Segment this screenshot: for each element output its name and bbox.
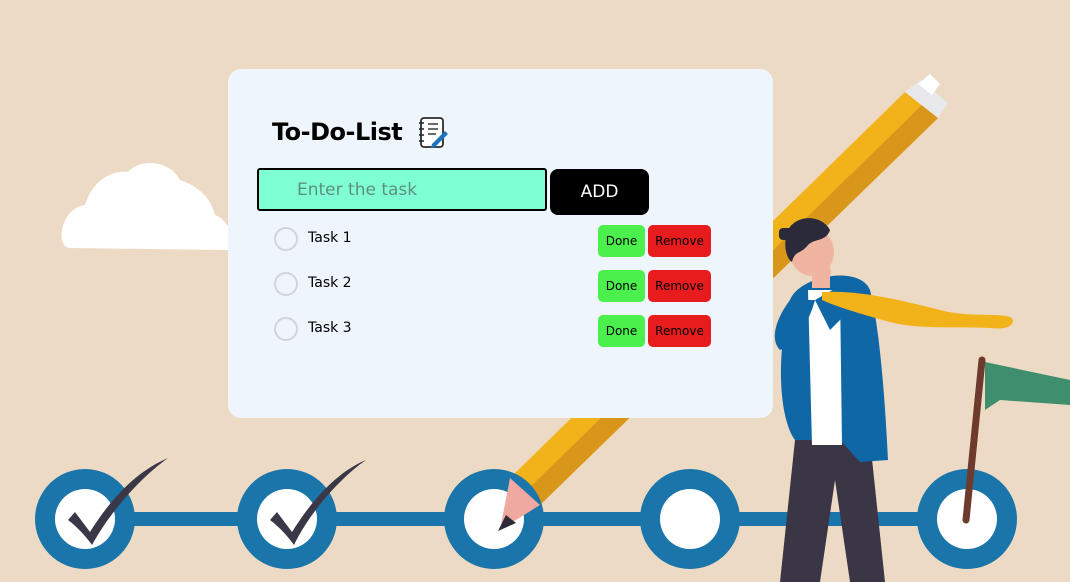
checkpoint-4 — [640, 469, 740, 569]
task-item: Task 1 Done Remove — [274, 225, 714, 257]
done-button[interactable]: Done — [598, 225, 645, 257]
task-label: Task 2 — [308, 275, 352, 291]
header: To-Do-List — [272, 107, 449, 157]
remove-button[interactable]: Remove — [648, 270, 711, 302]
task-item: Task 3 Done Remove — [274, 315, 714, 347]
add-button[interactable]: ADD — [550, 169, 649, 215]
task-checkbox[interactable] — [274, 272, 298, 296]
remove-button[interactable]: Remove — [648, 225, 711, 257]
task-input[interactable] — [257, 168, 547, 211]
task-label: Task 1 — [308, 230, 352, 246]
checkpoint-2 — [237, 469, 337, 569]
task-checkbox[interactable] — [274, 317, 298, 341]
app-title: To-Do-List — [272, 118, 403, 146]
todo-card: To-Do-List ADD Task 1 Done Remove Task 2… — [228, 69, 773, 418]
notebook-checklist-icon — [419, 117, 449, 148]
task-checkbox[interactable] — [274, 227, 298, 251]
done-button[interactable]: Done — [598, 315, 645, 347]
checkpoint-1 — [35, 469, 135, 569]
remove-button[interactable]: Remove — [648, 315, 711, 347]
cloud-illustration — [61, 162, 234, 250]
task-item: Task 2 Done Remove — [274, 270, 714, 302]
task-label: Task 3 — [308, 320, 352, 336]
checkpoint-3 — [444, 469, 544, 569]
done-button[interactable]: Done — [598, 270, 645, 302]
